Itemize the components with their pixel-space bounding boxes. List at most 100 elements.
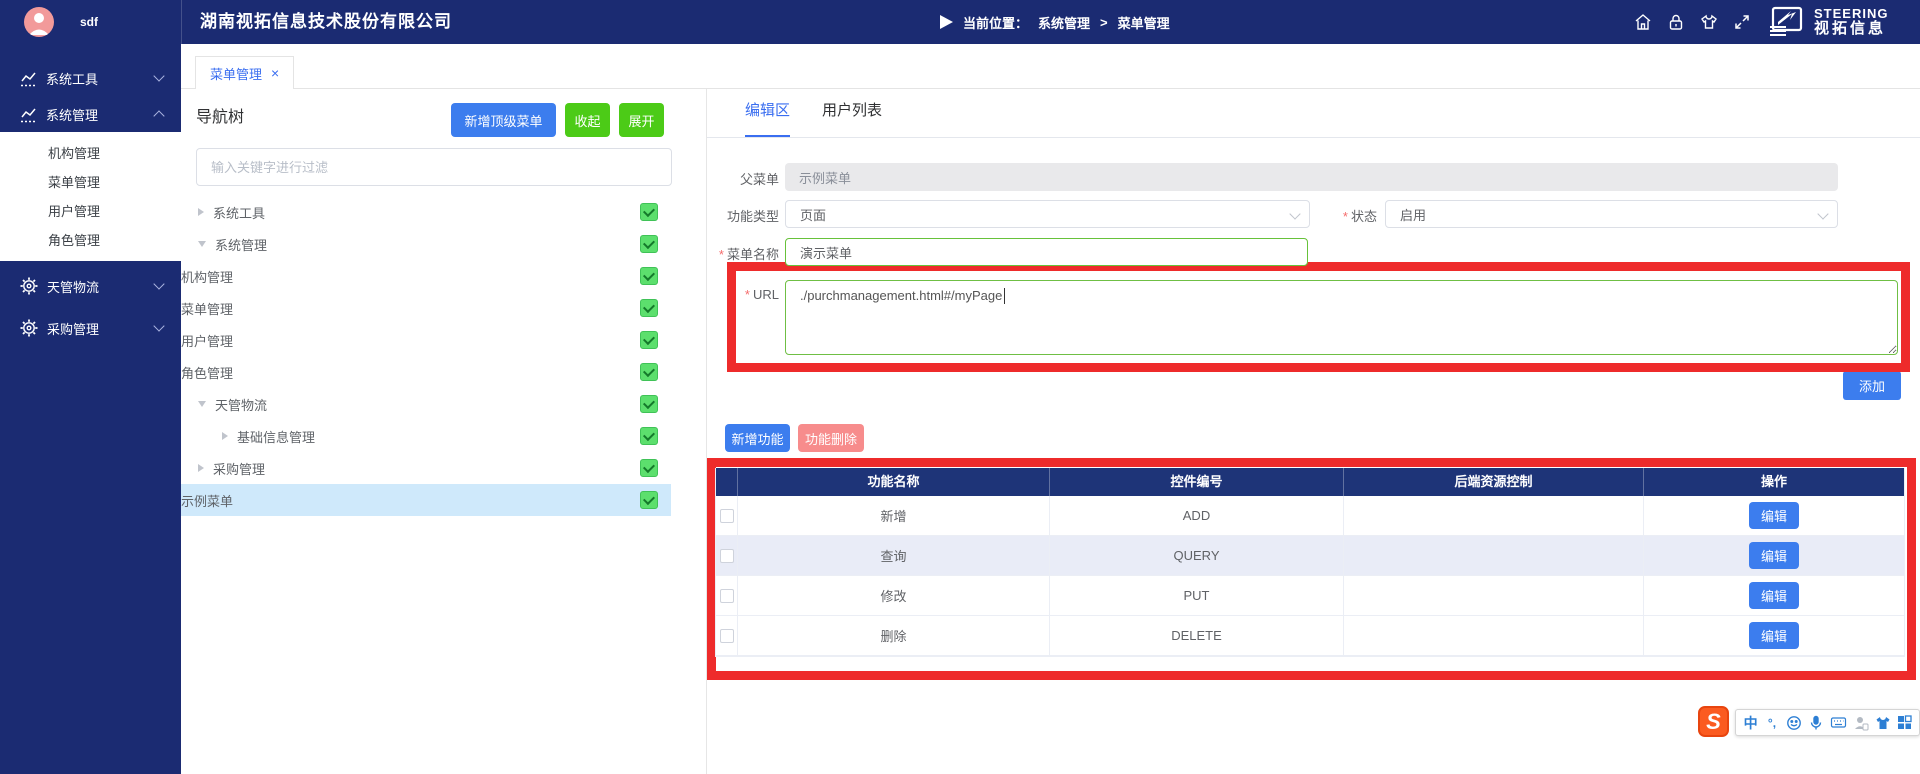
add-function-button[interactable]: 新增功能 (725, 424, 790, 452)
panel-title: 导航树 (196, 103, 244, 127)
edit-button[interactable]: 编辑 (1749, 502, 1799, 529)
sidebar-item-label: 系统工具 (46, 69, 98, 88)
cell-resource (1344, 576, 1644, 616)
mic-icon[interactable] (1808, 714, 1824, 731)
tree-item-checkbox[interactable] (640, 235, 658, 253)
cell-code: DELETE (1050, 616, 1344, 656)
keyboard-icon[interactable] (1830, 714, 1847, 731)
add-top-menu-button[interactable]: 新增顶级菜单 (451, 103, 556, 137)
tree-item-label: 系统工具 (213, 203, 265, 222)
logo-line2: 视拓信息 (1814, 21, 1888, 38)
sidebar-item-procurement-mgmt[interactable]: 采购管理 (0, 310, 181, 346)
tree-item-checkbox[interactable] (640, 363, 658, 381)
sidebar-subitem-role-mgmt[interactable]: 角色管理 (0, 226, 181, 255)
gear-icon (20, 277, 38, 295)
grid-more-icon[interactable] (1897, 714, 1912, 731)
caret-right-icon[interactable] (222, 432, 228, 440)
sidebar-subitem-user-mgmt[interactable]: 用户管理 (0, 197, 181, 226)
header-checkbox-cell (716, 468, 738, 496)
delete-function-button[interactable]: 功能删除 (798, 424, 864, 452)
skin-shirt-icon[interactable] (1875, 714, 1891, 731)
chinese-mode-icon[interactable]: 中 (1743, 714, 1758, 731)
row-checkbox[interactable] (720, 549, 734, 563)
logo-text: STEERING 视拓信息 (1814, 7, 1888, 38)
row-checkbox[interactable] (720, 629, 734, 643)
user-icon (24, 7, 54, 37)
caret-right-icon[interactable] (198, 464, 204, 472)
caret-right-icon[interactable] (198, 208, 204, 216)
cell-resource (1344, 496, 1644, 536)
sidebar-subitem-menu-mgmt[interactable]: 菜单管理 (0, 168, 181, 197)
tree-item-checkbox[interactable] (640, 203, 658, 221)
url-textarea[interactable]: ./purchmanagement.html#/myPage (785, 280, 1898, 355)
tree-filter-input[interactable] (196, 148, 672, 186)
chevron-up-icon (153, 110, 164, 121)
function-type-select[interactable]: 页面 (785, 200, 1310, 228)
account-icon[interactable] (1853, 714, 1869, 731)
avatar[interactable] (24, 7, 54, 37)
cell-code: QUERY (1050, 536, 1344, 576)
tree-item-label: 角色管理 (181, 363, 233, 382)
table-row: 删除 DELETE 编辑 (716, 616, 1904, 656)
tree-item-checkbox[interactable] (640, 459, 658, 477)
sidebar-item-system-mgmt[interactable]: 系统管理 (0, 96, 181, 132)
tree-item[interactable]: 系统工具 (181, 196, 671, 228)
tree-item[interactable]: 天管物流 (181, 388, 671, 420)
text-cursor (1004, 288, 1005, 304)
tab-user-list[interactable]: 用户列表 (822, 99, 882, 137)
sogou-logo-icon[interactable]: S (1698, 706, 1729, 737)
tree-item-label: 系统管理 (215, 235, 267, 254)
tree-item[interactable]: 菜单管理 (181, 292, 671, 324)
tree-item-checkbox[interactable] (640, 427, 658, 445)
status-value: 启用 (1400, 205, 1426, 224)
chevron-down-icon (1289, 208, 1300, 219)
tab-menu-mgmt[interactable]: 菜单管理 × (195, 56, 294, 89)
lock-icon[interactable] (1667, 13, 1685, 31)
tree-item[interactable]: 采购管理 (181, 452, 671, 484)
add-button[interactable]: 添加 (1843, 371, 1901, 400)
close-icon[interactable]: × (271, 65, 279, 81)
caret-down-icon[interactable] (198, 241, 206, 247)
chart-icon (20, 106, 37, 123)
menu-name-input[interactable] (800, 245, 1293, 260)
collapse-all-button[interactable]: 收起 (565, 103, 610, 137)
tree-item[interactable]: 系统管理 (181, 228, 671, 260)
breadcrumb-item-system[interactable]: 系统管理 (1038, 13, 1090, 32)
edit-button[interactable]: 编辑 (1749, 622, 1799, 649)
breadcrumb-arrow-icon (940, 15, 953, 29)
row-checkbox[interactable] (720, 509, 734, 523)
home-icon[interactable] (1634, 13, 1652, 31)
sidebar-item-tianguan-logistics[interactable]: 天管物流 (0, 268, 181, 304)
tree-item-checkbox[interactable] (640, 299, 658, 317)
tree-item[interactable]: 用户管理 (181, 324, 671, 356)
fullscreen-icon[interactable] (1733, 13, 1751, 31)
tree-item-selected[interactable]: 示例菜单 (181, 484, 671, 516)
expand-all-button[interactable]: 展开 (619, 103, 664, 137)
status-select[interactable]: 启用 (1385, 200, 1838, 228)
punctuation-icon[interactable]: °, (1764, 714, 1779, 731)
required-asterisk: * (745, 287, 750, 302)
cell-code: ADD (1050, 496, 1344, 536)
tree-item-checkbox[interactable] (640, 267, 658, 285)
tree-item[interactable]: 角色管理 (181, 356, 671, 388)
row-checkbox[interactable] (720, 589, 734, 603)
parent-menu-field: 示例菜单 (785, 163, 1838, 191)
tab-edit-area[interactable]: 编辑区 (745, 99, 790, 137)
tree-item[interactable]: 基础信息管理 (181, 420, 671, 452)
caret-down-icon[interactable] (198, 401, 206, 407)
table-row: 查询 QUERY 编辑 (716, 536, 1904, 576)
menu-name-label: *菜单名称 (707, 244, 779, 263)
tree-item[interactable]: 机构管理 (181, 260, 671, 292)
sidebar-item-system-tools[interactable]: 系统工具 (0, 60, 181, 96)
edit-button[interactable]: 编辑 (1749, 542, 1799, 569)
theme-shirt-icon[interactable] (1700, 13, 1718, 31)
tree-item-checkbox[interactable] (640, 491, 658, 509)
breadcrumb-separator: > (1100, 15, 1108, 30)
menu-name-field[interactable] (785, 238, 1308, 266)
tree-item-checkbox[interactable] (640, 395, 658, 413)
sidebar-subitem-org-mgmt[interactable]: 机构管理 (0, 139, 181, 168)
breadcrumb-item-menu[interactable]: 菜单管理 (1118, 13, 1170, 32)
edit-button[interactable]: 编辑 (1749, 582, 1799, 609)
tree-item-checkbox[interactable] (640, 331, 658, 349)
emoji-icon[interactable] (1786, 714, 1802, 731)
